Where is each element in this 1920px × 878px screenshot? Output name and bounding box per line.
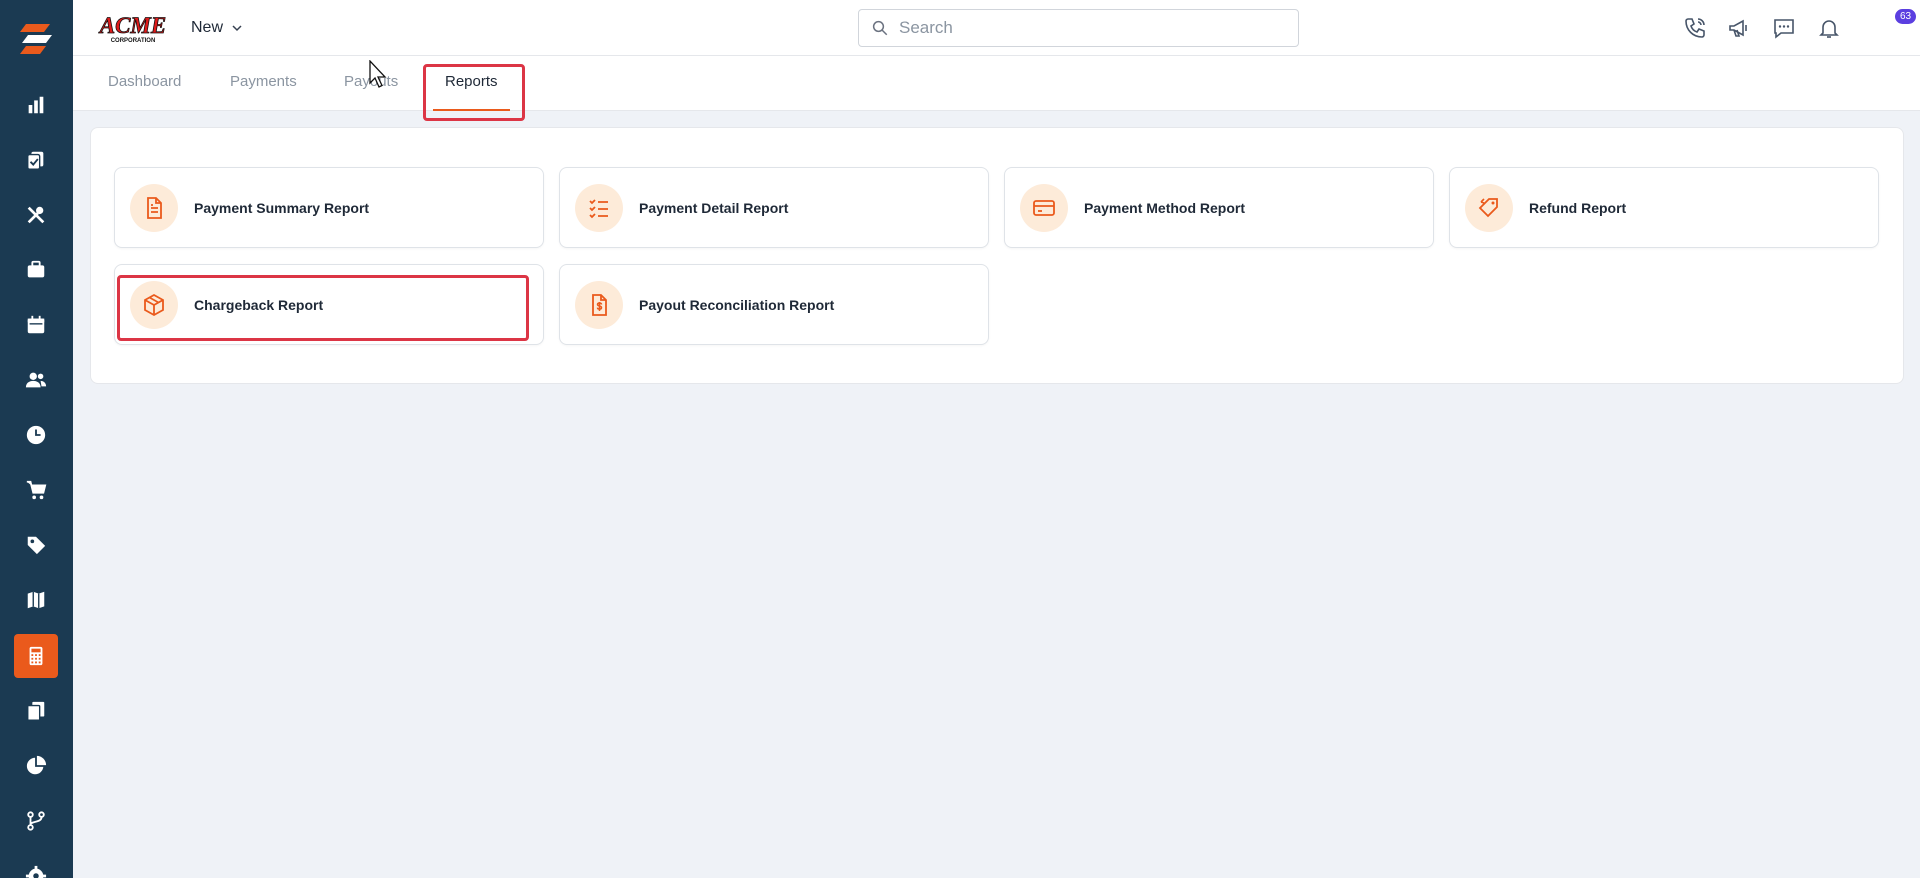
pie-chart-icon bbox=[26, 755, 47, 775]
gear-icon bbox=[25, 865, 47, 878]
tab-payments[interactable]: Payments bbox=[230, 73, 297, 90]
sidebar-item-analytics[interactable] bbox=[14, 83, 58, 127]
report-icon-circle bbox=[130, 280, 178, 329]
phone-icon bbox=[1685, 18, 1705, 38]
new-dropdown-button[interactable]: New bbox=[191, 16, 243, 40]
svg-text:ACME: ACME bbox=[98, 13, 166, 38]
tab-reports[interactable]: Reports bbox=[445, 73, 498, 90]
bar-chart-icon bbox=[28, 96, 44, 114]
report-icon-circle bbox=[575, 280, 623, 329]
tag-refund-icon bbox=[1478, 197, 1498, 217]
workflow-icon bbox=[27, 811, 45, 831]
sidebar-item-workflows[interactable] bbox=[14, 799, 58, 843]
svg-text:CORPORATION: CORPORATION bbox=[111, 38, 156, 44]
search-icon bbox=[872, 20, 888, 36]
credit-card-icon bbox=[1033, 199, 1055, 216]
chat-icon bbox=[1774, 19, 1794, 39]
briefcase-icon bbox=[27, 260, 45, 278]
report-icon-circle bbox=[1020, 183, 1068, 232]
tab-dashboard[interactable]: Dashboard bbox=[108, 73, 181, 90]
users-icon bbox=[25, 372, 47, 388]
bell-icon bbox=[1819, 20, 1839, 38]
sidebar-item-tasks[interactable] bbox=[14, 138, 58, 182]
megaphone-icon bbox=[1729, 19, 1747, 37]
sidebar bbox=[0, 0, 73, 878]
report-card-chargeback[interactable]: Chargeback Report bbox=[114, 264, 544, 345]
new-label: New bbox=[191, 19, 224, 36]
report-card-payment-detail[interactable]: Payment Detail Report bbox=[559, 167, 989, 248]
calendar-icon bbox=[27, 315, 45, 334]
calculator-icon bbox=[29, 646, 43, 666]
tools-icon bbox=[27, 206, 45, 224]
chevron-down-icon bbox=[232, 25, 242, 32]
notifications-button[interactable] bbox=[1815, 14, 1843, 42]
document-icon bbox=[147, 196, 162, 219]
top-header: ACME CORPORATION New 63 bbox=[73, 0, 1920, 56]
report-label: Payout Reconciliation Report bbox=[639, 296, 835, 313]
sidebar-item-tools[interactable] bbox=[14, 193, 58, 237]
announcements-button[interactable] bbox=[1725, 14, 1753, 42]
report-label: Payment Method Report bbox=[1084, 199, 1246, 216]
sidebar-item-pricing[interactable] bbox=[14, 523, 58, 567]
map-icon bbox=[27, 591, 45, 609]
app-logo-icon[interactable] bbox=[14, 18, 58, 62]
sidebar-item-accounting[interactable] bbox=[14, 634, 58, 678]
clock-icon bbox=[26, 425, 46, 445]
tab-bar: Dashboard Payments Payouts Reports bbox=[73, 56, 1920, 111]
clipboard-check-icon bbox=[27, 151, 44, 170]
checklist-icon bbox=[589, 198, 608, 218]
cart-icon bbox=[26, 480, 47, 500]
tab-payouts[interactable]: Payouts bbox=[344, 73, 398, 90]
sidebar-item-shop[interactable] bbox=[14, 468, 58, 512]
reports-panel: Payment Summary Report Payment Detail Re… bbox=[90, 127, 1904, 384]
documents-icon bbox=[27, 701, 45, 721]
report-card-payment-method[interactable]: Payment Method Report bbox=[1004, 167, 1434, 248]
sidebar-item-time[interactable] bbox=[14, 413, 58, 457]
phone-button[interactable] bbox=[1681, 14, 1709, 42]
box-icon bbox=[144, 293, 164, 316]
tag-icon bbox=[27, 536, 46, 555]
sidebar-item-customers[interactable] bbox=[14, 358, 58, 402]
report-card-refund[interactable]: Refund Report bbox=[1449, 167, 1879, 248]
sidebar-item-settings[interactable] bbox=[14, 854, 58, 878]
notification-count-badge: 63 bbox=[1895, 9, 1916, 24]
messages-button[interactable] bbox=[1770, 14, 1798, 42]
report-icon-circle bbox=[575, 183, 623, 232]
report-icon-circle bbox=[130, 183, 178, 232]
report-icon-circle bbox=[1465, 183, 1513, 232]
dollar-file-icon bbox=[592, 293, 607, 316]
sidebar-item-insights[interactable] bbox=[14, 744, 58, 788]
report-label: Payment Summary Report bbox=[194, 199, 370, 216]
report-card-payout-reconciliation[interactable]: Payout Reconciliation Report bbox=[559, 264, 989, 345]
search-input[interactable] bbox=[899, 18, 1279, 38]
search-box[interactable] bbox=[858, 9, 1299, 47]
report-label: Chargeback Report bbox=[194, 296, 324, 313]
sidebar-item-calendar[interactable] bbox=[14, 303, 58, 347]
sidebar-item-map[interactable] bbox=[14, 578, 58, 622]
report-card-payment-summary[interactable]: Payment Summary Report bbox=[114, 167, 544, 248]
company-logo[interactable]: ACME CORPORATION bbox=[97, 9, 169, 45]
sidebar-item-documents[interactable] bbox=[14, 689, 58, 733]
report-label: Payment Detail Report bbox=[639, 199, 789, 216]
sidebar-item-jobs[interactable] bbox=[14, 248, 58, 292]
report-label: Refund Report bbox=[1529, 199, 1627, 216]
active-tab-indicator bbox=[433, 109, 510, 111]
